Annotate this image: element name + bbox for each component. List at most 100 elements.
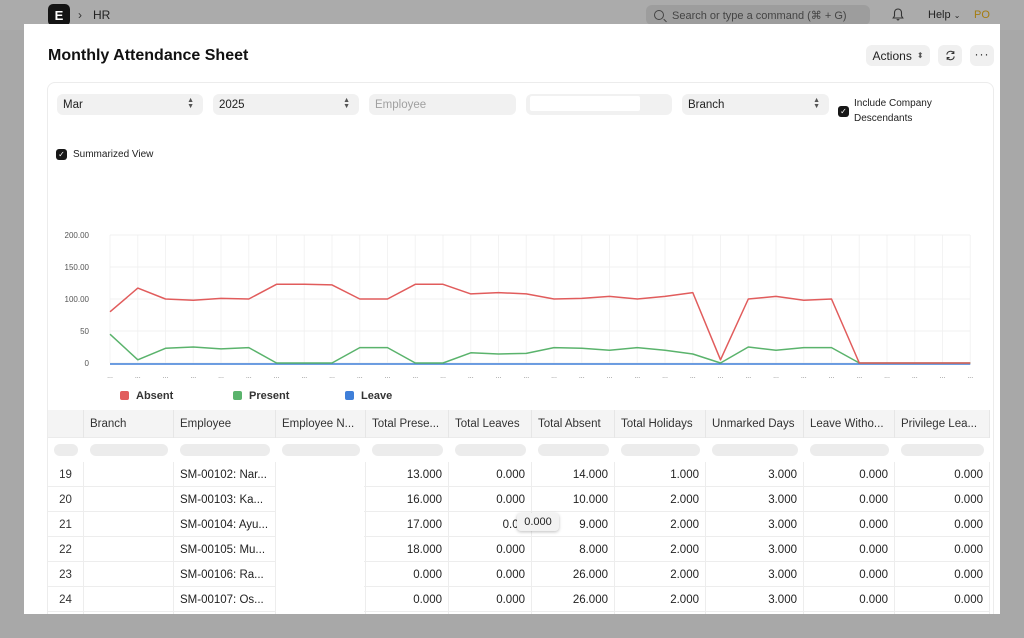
search-bar[interactable]: Search or type a command (⌘ + G): [646, 5, 870, 25]
table-cell-unmarked[interactable]: 3.000: [706, 462, 804, 487]
table-cell-absent[interactable]: 26.000: [532, 587, 615, 612]
table-cell-absent[interactable]: 14.000: [532, 462, 615, 487]
table-cell-leaves[interactable]: 0.000: [449, 562, 532, 587]
table-cell-lwp[interactable]: 0.000: [804, 462, 895, 487]
table-cell-absent[interactable]: 26.000: [532, 562, 615, 587]
column-header[interactable]: Unmarked Days: [706, 410, 804, 438]
column-header[interactable]: Total Leaves: [449, 410, 532, 438]
column-header[interactable]: Branch: [84, 410, 174, 438]
table-cell-lwp[interactable]: 0.000: [804, 562, 895, 587]
table-cell-lwp[interactable]: 0.000: [804, 612, 895, 614]
table-cell-present[interactable]: 13.000: [366, 462, 449, 487]
table-cell-branch[interactable]: [84, 612, 174, 614]
table-cell-idx[interactable]: 23: [48, 562, 84, 587]
table-cell-employee[interactable]: SM-00102: Nar...: [174, 462, 276, 487]
table-cell-leaves[interactable]: 0.000: [449, 612, 532, 614]
table-cell-employee[interactable]: SM-00104: Ayu...: [174, 512, 276, 537]
table-cell-privilege[interactable]: 0.000: [895, 587, 990, 612]
table-cell-lwp[interactable]: 0.000: [804, 537, 895, 562]
table-cell-unmarked[interactable]: 3.000: [706, 537, 804, 562]
table-cell-unmarked[interactable]: 3.000: [706, 612, 804, 614]
table-cell-privilege[interactable]: 0.000: [895, 612, 990, 614]
table-cell-present[interactable]: 18.000: [366, 537, 449, 562]
table-cell-branch[interactable]: [84, 587, 174, 612]
column-header[interactable]: Total Absent: [532, 410, 615, 438]
table-cell-present[interactable]: 0.000: [366, 562, 449, 587]
column-filter-input[interactable]: [621, 444, 700, 456]
summarized-view-checkbox[interactable]: ✓: [56, 149, 67, 160]
month-select[interactable]: Mar ▲ ▼: [57, 94, 203, 115]
bell-icon[interactable]: [892, 8, 904, 21]
table-row[interactable]: 19SM-00102: Nar....13.0000.00014.0001.00…: [48, 462, 990, 487]
employee-input[interactable]: Employee: [369, 94, 516, 115]
table-row[interactable]: 22 SM-00105: Mu... 18.000 0.000 8.000 2.000 3.…: [48, 537, 990, 562]
column-filter-input[interactable]: [90, 444, 168, 456]
table-cell-branch[interactable]: [84, 487, 174, 512]
table-cell-holidays[interactable]: 2.000: [615, 512, 706, 537]
table-row[interactable]: 23 SM-00106: Ra... 0.000 0.000 26.000 2.000 3.…: [48, 562, 990, 587]
column-filter-input[interactable]: [282, 444, 360, 456]
table-cell-privilege[interactable]: 0.000: [895, 462, 990, 487]
column-header[interactable]: Leave Witho...: [804, 410, 895, 438]
table-cell-holidays[interactable]: 1.000: [615, 462, 706, 487]
column-filter-input[interactable]: [538, 444, 609, 456]
table-cell-branch[interactable]: [84, 537, 174, 562]
column-filter-input[interactable]: [180, 444, 270, 456]
table-cell-leaves[interactable]: 0.000: [449, 487, 532, 512]
branch-select[interactable]: Branch ▲ ▼: [682, 94, 829, 115]
table-cell-unmarked[interactable]: 3.000: [706, 487, 804, 512]
table-cell-present[interactable]: 0.000: [366, 587, 449, 612]
table-cell-absent[interactable]: 10.000: [532, 487, 615, 512]
table-cell-unmarked[interactable]: 3.000: [706, 587, 804, 612]
table-cell-holidays[interactable]: 2.000: [615, 537, 706, 562]
refresh-button[interactable]: [938, 45, 962, 66]
table-cell-leaves[interactable]: 0.000: [449, 587, 532, 612]
more-options-button[interactable]: ···: [970, 45, 994, 66]
table-cell-idx[interactable]: 20: [48, 487, 84, 512]
table-cell-lwp[interactable]: 0.000: [804, 587, 895, 612]
column-filter-input[interactable]: [712, 444, 798, 456]
table-cell-idx[interactable]: 25: [48, 612, 84, 614]
table-cell-lwp[interactable]: 0.000: [804, 487, 895, 512]
table-cell-idx[interactable]: 19: [48, 462, 84, 487]
table-cell-leaves[interactable]: 0.000: [449, 462, 532, 487]
column-header[interactable]: Employee N...: [276, 410, 366, 438]
table-cell-holidays[interactable]: 2.000: [615, 487, 706, 512]
table-cell-present[interactable]: 14.000: [366, 612, 449, 614]
column-filter-input[interactable]: [372, 444, 443, 456]
help-menu[interactable]: Help ⌄: [928, 9, 960, 21]
table-cell-branch[interactable]: [84, 462, 174, 487]
column-header[interactable]: Total Holidays: [615, 410, 706, 438]
table-cell-privilege[interactable]: 0.000: [895, 562, 990, 587]
year-select[interactable]: 2025 ▲ ▼: [213, 94, 359, 115]
table-cell-privilege[interactable]: 0.000: [895, 537, 990, 562]
table-cell-unmarked[interactable]: 3.000: [706, 562, 804, 587]
table-cell-employee[interactable]: SM-00105: Mu...: [174, 537, 276, 562]
table-cell-employee[interactable]: SM-00103: Ka...: [174, 487, 276, 512]
table-cell-absent[interactable]: 8.000: [532, 537, 615, 562]
actions-button[interactable]: Actions ⬍: [866, 45, 930, 66]
table-cell-present[interactable]: 16.000: [366, 487, 449, 512]
table-cell-unmarked[interactable]: 3.000: [706, 512, 804, 537]
table-cell-holidays[interactable]: 2.000: [615, 587, 706, 612]
table-cell-branch[interactable]: [84, 562, 174, 587]
column-filter-input[interactable]: [810, 444, 889, 456]
table-cell-holidays[interactable]: 1.000: [615, 612, 706, 614]
table-row[interactable]: 20 SM-00103: Ka... 16.000 0.000 10.000 2.000 3…: [48, 487, 990, 512]
table-cell-holidays[interactable]: 2.000: [615, 562, 706, 587]
column-header[interactable]: Privilege Lea...: [895, 410, 990, 438]
table-cell-absent[interactable]: 13.000: [532, 612, 615, 614]
table-cell-privilege[interactable]: 0.000: [895, 512, 990, 537]
table-cell-employee[interactable]: SM-00107: Os...: [174, 587, 276, 612]
table-cell-employee[interactable]: SM-00106: Ra...: [174, 562, 276, 587]
blank-filter-input[interactable]: [526, 94, 672, 115]
breadcrumb-hr[interactable]: HR: [93, 8, 110, 22]
table-cell-idx[interactable]: 24: [48, 587, 84, 612]
column-header[interactable]: Total Prese...: [366, 410, 449, 438]
column-filter-input[interactable]: [455, 444, 526, 456]
table-cell-privilege[interactable]: 0.000: [895, 487, 990, 512]
table-cell-present[interactable]: 17.000: [366, 512, 449, 537]
column-header[interactable]: Employee: [174, 410, 276, 438]
table-row[interactable]: 24 SM-00107: Os... 0.000 0.000 26.000 2.000 3.…: [48, 587, 990, 612]
table-cell-idx[interactable]: 22: [48, 537, 84, 562]
